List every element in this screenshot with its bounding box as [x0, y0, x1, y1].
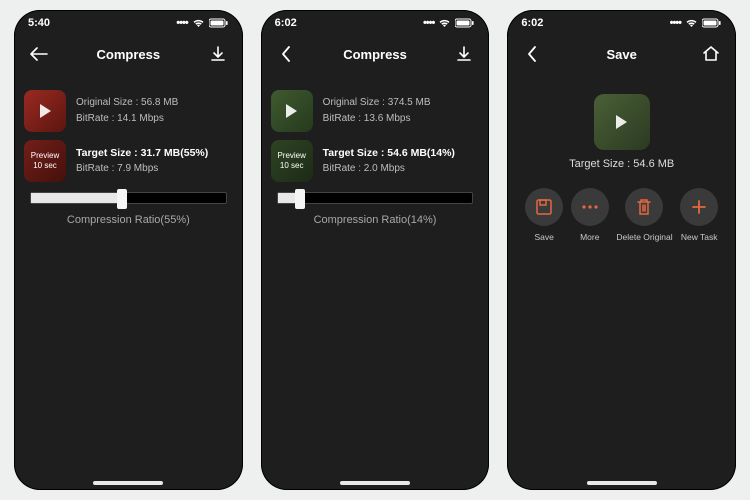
preview-badge-text: Preview	[31, 151, 59, 161]
page-title: Compress	[50, 47, 207, 62]
target-size-label: Target Size : 31.7 MB(55%)	[76, 145, 208, 162]
back-icon[interactable]	[521, 43, 543, 65]
video-thumbnail[interactable]	[24, 90, 66, 132]
status-bar: 5:40 ••••	[14, 10, 243, 36]
button-label: Delete Original	[616, 232, 672, 242]
result-target-size: Target Size : 54.6 MB	[517, 158, 726, 170]
preview-thumbnail[interactable]: Preview 10 sec	[271, 140, 313, 182]
compression-ratio-label: Compression Ratio(14%)	[271, 214, 480, 226]
result-thumbnail[interactable]	[594, 94, 650, 150]
signal-icon: ••••	[670, 17, 681, 29]
original-bitrate-label: BitRate : 13.6 Mbps	[323, 111, 431, 127]
page-title: Save	[543, 47, 700, 62]
content: Target Size : 54.6 MB Save More Delete O…	[507, 72, 736, 252]
original-size-label: Original Size : 56.8 MB	[76, 95, 178, 111]
page-title: Compress	[297, 47, 454, 62]
original-bitrate-label: BitRate : 14.1 Mbps	[76, 111, 178, 127]
clock: 6:02	[521, 17, 543, 29]
wifi-icon	[192, 18, 205, 28]
preview-badge-time: 10 sec	[33, 161, 57, 171]
nav-bar: Save	[507, 36, 736, 72]
original-row: Original Size : 374.5 MB BitRate : 13.6 …	[271, 90, 480, 132]
status-bar: 6:02 ••••	[507, 10, 736, 36]
plus-icon	[680, 188, 718, 226]
download-icon[interactable]	[207, 43, 229, 65]
battery-icon	[702, 18, 722, 28]
video-thumbnail[interactable]	[271, 90, 313, 132]
play-icon	[286, 104, 297, 118]
button-label: Save	[534, 232, 553, 242]
trash-icon	[625, 188, 663, 226]
nav-bar: Compress	[261, 36, 490, 72]
clock: 6:02	[275, 17, 297, 29]
content: Original Size : 374.5 MB BitRate : 13.6 …	[261, 72, 490, 236]
wifi-icon	[685, 18, 698, 28]
compression-slider[interactable]	[271, 192, 480, 204]
nav-bar: Compress	[14, 36, 243, 72]
home-indicator[interactable]	[93, 481, 163, 485]
play-icon	[40, 104, 51, 118]
screen-compress-1: 5:40 •••• Compress Original Size : 56.8 …	[14, 10, 243, 490]
battery-icon	[209, 18, 229, 28]
original-size-label: Original Size : 374.5 MB	[323, 95, 431, 111]
content: Original Size : 56.8 MB BitRate : 14.1 M…	[14, 72, 243, 236]
save-icon	[525, 188, 563, 226]
wifi-icon	[438, 18, 451, 28]
download-icon[interactable]	[453, 43, 475, 65]
compression-slider[interactable]	[24, 192, 233, 204]
target-size-label: Target Size : 54.6 MB(14%)	[323, 145, 455, 162]
more-button[interactable]: More	[571, 188, 609, 242]
target-bitrate-label: BitRate : 7.9 Mbps	[76, 161, 208, 177]
clock: 5:40	[28, 17, 50, 29]
back-icon[interactable]	[275, 43, 297, 65]
play-icon	[616, 115, 627, 129]
signal-icon: ••••	[176, 17, 187, 29]
action-row: Save More Delete Original New Task	[517, 188, 726, 242]
home-indicator[interactable]	[340, 481, 410, 485]
back-icon[interactable]	[28, 43, 50, 65]
status-bar: 6:02 ••••	[261, 10, 490, 36]
screen-save: 6:02 •••• Save Target Size : 54.6 MB	[507, 10, 736, 490]
preview-badge-time: 10 sec	[280, 161, 304, 171]
button-label: More	[580, 232, 599, 242]
delete-original-button[interactable]: Delete Original	[616, 188, 672, 242]
battery-icon	[455, 18, 475, 28]
target-row: Preview 10 sec Target Size : 31.7 MB(55%…	[24, 140, 233, 182]
home-icon[interactable]	[700, 43, 722, 65]
home-indicator[interactable]	[587, 481, 657, 485]
button-label: New Task	[681, 232, 718, 242]
signal-icon: ••••	[423, 17, 434, 29]
save-button[interactable]: Save	[525, 188, 563, 242]
target-bitrate-label: BitRate : 2.0 Mbps	[323, 161, 455, 177]
preview-badge-text: Preview	[277, 151, 305, 161]
original-row: Original Size : 56.8 MB BitRate : 14.1 M…	[24, 90, 233, 132]
compression-ratio-label: Compression Ratio(55%)	[24, 214, 233, 226]
more-icon	[571, 188, 609, 226]
target-row: Preview 10 sec Target Size : 54.6 MB(14%…	[271, 140, 480, 182]
screen-compress-2: 6:02 •••• Compress Original Size : 374.5…	[261, 10, 490, 490]
preview-thumbnail[interactable]: Preview 10 sec	[24, 140, 66, 182]
new-task-button[interactable]: New Task	[680, 188, 718, 242]
